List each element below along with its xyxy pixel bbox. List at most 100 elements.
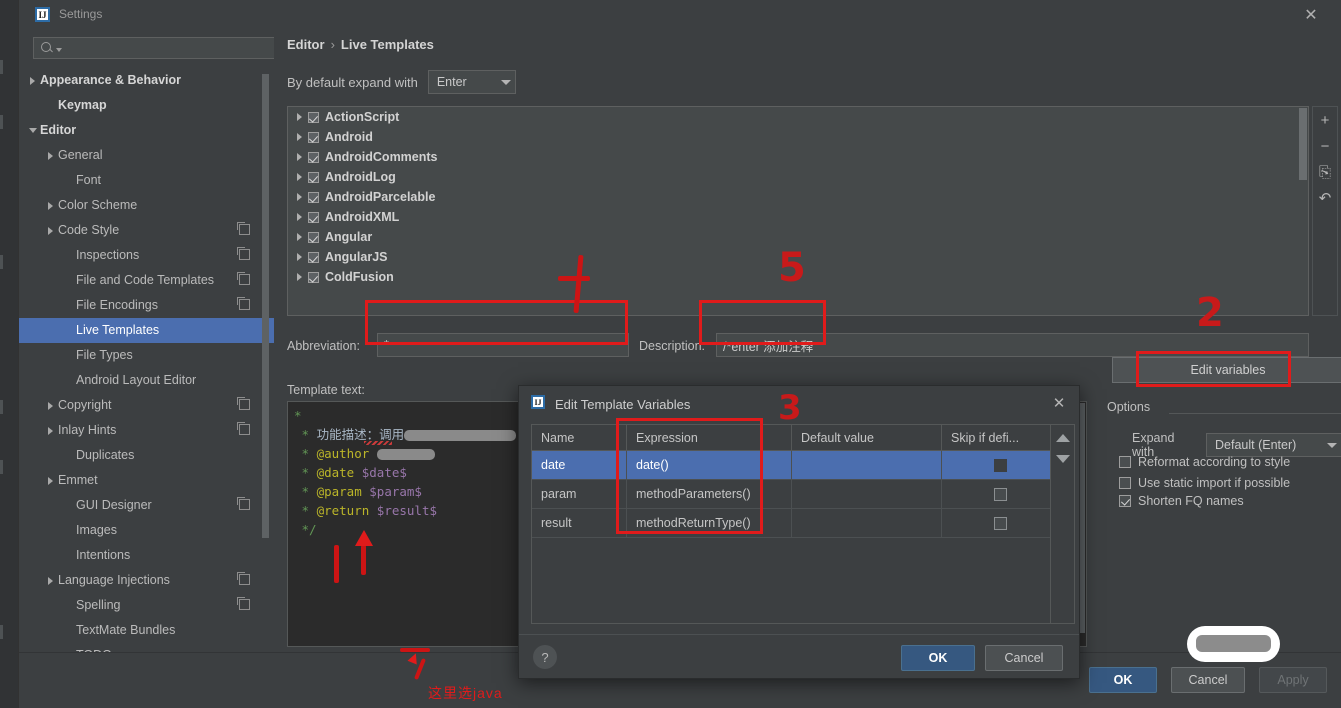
table-row[interactable]: date date() bbox=[532, 451, 1050, 480]
cell-name[interactable]: date bbox=[532, 451, 627, 479]
cell-expression[interactable]: methodReturnType() bbox=[627, 509, 792, 537]
template-group-row[interactable]: AndroidParcelable bbox=[288, 187, 1308, 207]
sidebar-item-spelling[interactable]: Spelling bbox=[19, 593, 274, 618]
template-group-row[interactable]: AndroidXML bbox=[288, 207, 1308, 227]
cell-expression[interactable]: date() bbox=[627, 451, 792, 479]
template-group-row[interactable]: AndroidLog bbox=[288, 167, 1308, 187]
sidebar-item-file-encodings[interactable]: File Encodings bbox=[19, 293, 274, 318]
copy-settings-icon[interactable] bbox=[237, 247, 250, 260]
chevron-right-icon[interactable] bbox=[294, 190, 308, 204]
checkbox-icon[interactable] bbox=[994, 516, 1007, 530]
sidebar-item-gui-designer[interactable]: GUI Designer bbox=[19, 493, 274, 518]
cell-default[interactable] bbox=[792, 509, 942, 537]
sidebar-item-code-style[interactable]: Code Style bbox=[19, 218, 274, 243]
chevron-right-icon[interactable] bbox=[45, 224, 58, 237]
chevron-right-icon[interactable] bbox=[45, 424, 58, 437]
edit-variables-button[interactable]: Edit variables bbox=[1112, 357, 1341, 383]
cell-default[interactable] bbox=[792, 451, 942, 479]
sidebar-item-color-scheme[interactable]: Color Scheme bbox=[19, 193, 274, 218]
chevron-right-icon[interactable] bbox=[45, 574, 58, 587]
cell-expression[interactable]: methodParameters() bbox=[627, 480, 792, 508]
settings-tree[interactable]: Appearance & Behavior Keymap Editor General… bbox=[19, 68, 274, 652]
template-group-row[interactable]: AngularJS bbox=[288, 247, 1308, 267]
checkbox-checked-icon[interactable] bbox=[308, 131, 319, 143]
template-group-row[interactable]: ColdFusion bbox=[288, 267, 1308, 287]
checkbox-checked-icon[interactable] bbox=[308, 271, 319, 283]
sidebar-item-emmet[interactable]: Emmet bbox=[19, 468, 274, 493]
close-icon[interactable]: ✕ bbox=[1298, 4, 1324, 26]
chevron-right-icon[interactable] bbox=[294, 150, 308, 164]
sidebar-item-images[interactable]: Images bbox=[19, 518, 274, 543]
template-list-toolbar[interactable]: + − ⎘ ↶ bbox=[1312, 106, 1338, 316]
sidebar-item-inspections[interactable]: Inspections bbox=[19, 243, 274, 268]
sidebar-item-keymap[interactable]: Keymap bbox=[19, 93, 274, 118]
cell-name[interactable]: result bbox=[532, 509, 627, 537]
copy-settings-icon[interactable] bbox=[237, 422, 250, 435]
description-input[interactable]: /*enter 添加注释 bbox=[716, 333, 1309, 357]
checkbox-checked-icon[interactable] bbox=[308, 151, 319, 163]
revert-icon[interactable]: ↶ bbox=[1313, 185, 1337, 211]
column-header-name[interactable]: Name bbox=[532, 425, 627, 450]
chevron-right-icon[interactable] bbox=[294, 210, 308, 224]
triangle-down-icon[interactable] bbox=[1055, 455, 1070, 463]
table-row[interactable]: result methodReturnType() bbox=[532, 509, 1050, 538]
cell-skip[interactable] bbox=[942, 480, 1050, 508]
search-box[interactable] bbox=[33, 37, 279, 59]
remove-icon[interactable]: − bbox=[1313, 133, 1337, 159]
checkbox-icon[interactable] bbox=[994, 487, 1007, 501]
cell-default[interactable] bbox=[792, 480, 942, 508]
copy-settings-icon[interactable] bbox=[237, 297, 250, 310]
checkbox-checked-icon[interactable] bbox=[308, 211, 319, 223]
sidebar-item-font[interactable]: Font bbox=[19, 168, 274, 193]
checkbox-icon[interactable] bbox=[1119, 456, 1131, 468]
checkbox-checked-icon[interactable] bbox=[308, 231, 319, 243]
checkbox-checked-icon[interactable] bbox=[1119, 495, 1131, 507]
chevron-down-icon[interactable] bbox=[27, 124, 40, 137]
copy-settings-icon[interactable] bbox=[237, 222, 250, 235]
default-expand-combo[interactable]: Enter bbox=[427, 70, 516, 94]
chevron-right-icon[interactable] bbox=[45, 149, 58, 162]
checkbox-checked-icon[interactable] bbox=[308, 251, 319, 263]
chevron-right-icon[interactable] bbox=[294, 250, 308, 264]
copy-settings-icon[interactable] bbox=[237, 272, 250, 285]
template-group-row[interactable]: AndroidComments bbox=[288, 147, 1308, 167]
sidebar-item-appearance-behavior[interactable]: Appearance & Behavior bbox=[19, 68, 274, 93]
modal-cancel-button[interactable]: Cancel bbox=[985, 645, 1063, 671]
breadcrumb-parent[interactable]: Editor bbox=[287, 37, 325, 52]
sidebar-item-general[interactable]: General bbox=[19, 143, 274, 168]
template-groups-list[interactable]: ActionScript Android AndroidComments Androi… bbox=[287, 106, 1309, 316]
variables-reorder-controls[interactable] bbox=[1051, 424, 1075, 624]
template-list-scrollbar[interactable] bbox=[1299, 108, 1307, 180]
apply-button[interactable]: Apply bbox=[1259, 667, 1327, 693]
table-row[interactable]: param methodParameters() bbox=[532, 480, 1050, 509]
chevron-right-icon[interactable] bbox=[45, 199, 58, 212]
copy-settings-icon[interactable] bbox=[237, 397, 250, 410]
sidebar-item-file-types[interactable]: File Types bbox=[19, 343, 274, 368]
chevron-right-icon[interactable] bbox=[45, 399, 58, 412]
copy-settings-icon[interactable] bbox=[237, 497, 250, 510]
checkbox-icon[interactable] bbox=[1119, 477, 1131, 489]
chevron-right-icon[interactable] bbox=[294, 130, 308, 144]
variables-table[interactable]: Name Expression Default value Skip if de… bbox=[531, 424, 1051, 624]
checkbox-icon[interactable] bbox=[994, 458, 1007, 472]
duplicate-icon[interactable]: ⎘ bbox=[1313, 159, 1337, 185]
option-shorten-fq[interactable]: Shorten FQ names bbox=[1119, 494, 1244, 508]
sidebar-item-inlay-hints[interactable]: Inlay Hints bbox=[19, 418, 274, 443]
modal-ok-button[interactable]: OK bbox=[901, 645, 975, 671]
sidebar-item-todo[interactable]: TODO bbox=[19, 643, 274, 652]
sidebar-item-intentions[interactable]: Intentions bbox=[19, 543, 274, 568]
search-input[interactable] bbox=[62, 40, 278, 56]
sidebar-item-editor[interactable]: Editor bbox=[19, 118, 274, 143]
column-header-default[interactable]: Default value bbox=[792, 425, 942, 450]
chevron-right-icon[interactable] bbox=[45, 474, 58, 487]
nav-scrollbar[interactable] bbox=[262, 74, 269, 538]
checkbox-checked-icon[interactable] bbox=[308, 191, 319, 203]
cell-skip[interactable] bbox=[942, 509, 1050, 537]
template-group-row[interactable]: ActionScript bbox=[288, 107, 1308, 127]
close-icon[interactable]: ✕ bbox=[1047, 392, 1071, 414]
chevron-right-icon[interactable] bbox=[294, 230, 308, 244]
column-header-expression[interactable]: Expression bbox=[627, 425, 792, 450]
triangle-up-icon[interactable] bbox=[1055, 434, 1070, 442]
column-header-skip[interactable]: Skip if defi... bbox=[942, 425, 1050, 450]
template-group-row[interactable]: Angular bbox=[288, 227, 1308, 247]
